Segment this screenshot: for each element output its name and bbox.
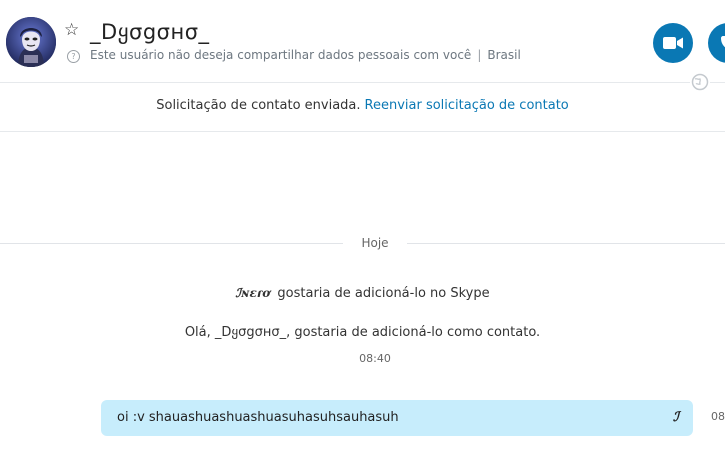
avatar[interactable]	[6, 17, 56, 67]
system-message-text: gostaria de adicioná-lo no Skype	[277, 286, 490, 301]
info-icon: ?	[67, 50, 80, 63]
privacy-text: Este usuário não deseja compartilhar dad…	[90, 48, 472, 62]
location-text: Brasil	[487, 48, 521, 62]
subtitle-separator: |	[477, 48, 482, 62]
outgoing-timestamp: 08:	[711, 410, 725, 423]
audio-call-button[interactable]	[708, 23, 725, 63]
invite-message: Olá, _Dყσgσнσ_, gostaria de adicioná-lo …	[184, 325, 541, 340]
request-status-text: Solicitação de contato enviada.	[156, 98, 361, 113]
date-divider-right	[407, 243, 725, 244]
contact-request-bar: Solicitação de contato enviada. Reenviar …	[0, 83, 725, 132]
message-signature-mark: ℐ	[672, 410, 679, 425]
resend-request-link[interactable]: Reenviar solicitação de contato	[365, 98, 569, 113]
contact-name: _Dყσgσнσ_	[90, 20, 210, 44]
conversation-header: ☆ _Dყσgσнσ_ ? Este usuário não deseja co…	[0, 0, 725, 92]
video-call-button[interactable]	[653, 23, 693, 63]
outgoing-message-bubble[interactable]: oi :v shauashuashuashuasuhasuhsauhasuh ℐ	[101, 400, 693, 436]
video-camera-icon	[663, 37, 683, 49]
system-sender-name: ℐɴɛɾơ	[235, 286, 271, 300]
outgoing-message-text: oi :v shauashuashuashuasuhasuhsauhasuh	[117, 410, 399, 425]
contact-subtitle: Este usuário não deseja compartilhar dad…	[90, 48, 521, 62]
favorite-star-icon[interactable]: ☆	[64, 20, 79, 40]
invite-timestamp: 08:40	[359, 352, 391, 365]
date-divider-label: Hoje	[361, 236, 389, 250]
phone-icon	[721, 36, 725, 48]
date-divider-left	[0, 243, 343, 244]
system-message-add: ℐɴɛɾơ gostaria de adicioná-lo no Skype	[0, 286, 725, 301]
